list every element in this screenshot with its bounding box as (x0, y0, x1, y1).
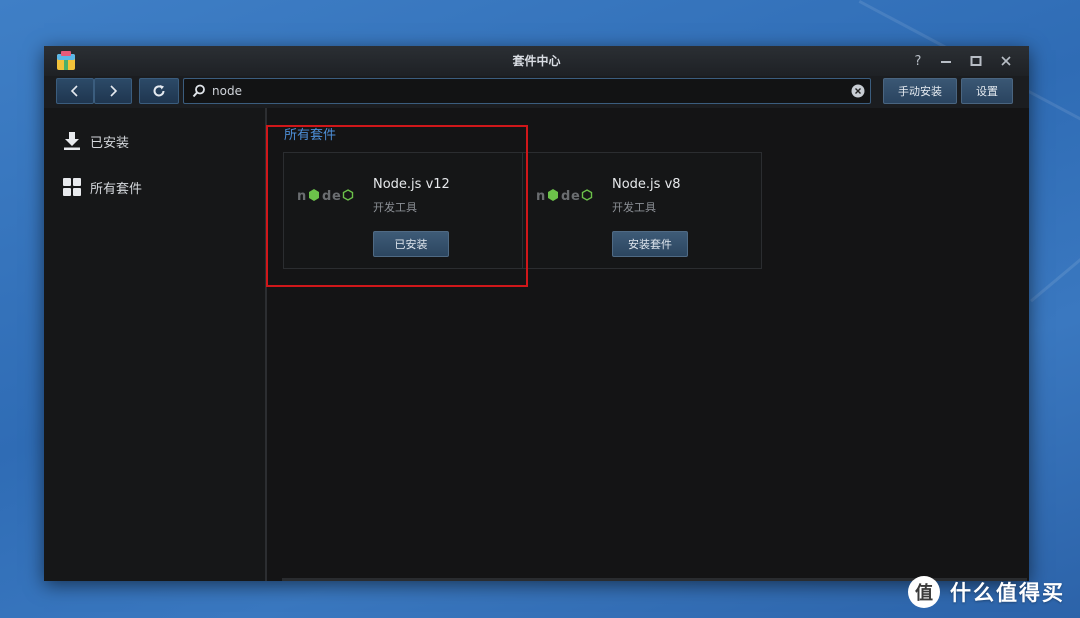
svg-text:n: n (536, 189, 545, 204)
package-name: Node.js v8 (612, 177, 681, 192)
title-bar[interactable]: 套件中心 ? (44, 46, 1029, 76)
download-icon (64, 132, 80, 150)
clear-search-icon[interactable] (851, 84, 865, 98)
nodejs-logo-icon: n d e (536, 189, 593, 204)
red-highlight-box (266, 125, 528, 287)
chevron-left-icon (70, 85, 78, 97)
sidebar-item-label: 所有套件 (90, 181, 143, 197)
search-icon (192, 84, 205, 98)
settings-button[interactable]: 设置 (961, 78, 1013, 104)
maximize-icon[interactable] (966, 51, 986, 71)
help-icon[interactable]: ? (908, 51, 928, 71)
watermark-logo-icon: 值 (908, 576, 940, 608)
grid-icon (63, 178, 81, 196)
search-input[interactable]: node (183, 78, 871, 104)
back-button[interactable] (56, 78, 94, 104)
package-category: 开发工具 (612, 201, 656, 214)
minimize-icon[interactable] (936, 51, 956, 71)
forward-button[interactable] (94, 78, 132, 104)
close-icon[interactable] (996, 51, 1016, 71)
watermark: 值 什么值得买 (908, 575, 1065, 609)
chevron-right-icon (110, 85, 118, 97)
sidebar-item-label: 已安装 (90, 135, 130, 151)
search-input-value: node (212, 84, 242, 98)
package-card-nodejs-v8[interactable]: n d e Node.js v8 开发工具 安装套件 (522, 152, 762, 269)
watermark-text: 什么值得买 (950, 581, 1065, 605)
refresh-icon (153, 85, 165, 97)
package-center-window: 套件中心 ? node 手动安装 设置 已安装 所有套件 所有套件 n d e … (44, 46, 1029, 581)
sidebar-item-installed[interactable]: 已安装 (62, 126, 129, 156)
svg-text:e: e (571, 189, 580, 204)
refresh-button[interactable] (139, 78, 179, 104)
install-package-button[interactable]: 安装套件 (612, 231, 688, 257)
sidebar: 已安装 所有套件 (44, 108, 267, 581)
window-title: 套件中心 (512, 54, 561, 68)
svg-text:d: d (561, 189, 570, 204)
sidebar-item-all-packages[interactable]: 所有套件 (62, 172, 142, 202)
desktop-stripe (1030, 248, 1080, 303)
manual-install-button[interactable]: 手动安装 (883, 78, 957, 104)
toolbar: node 手动安装 设置 (44, 76, 1029, 108)
